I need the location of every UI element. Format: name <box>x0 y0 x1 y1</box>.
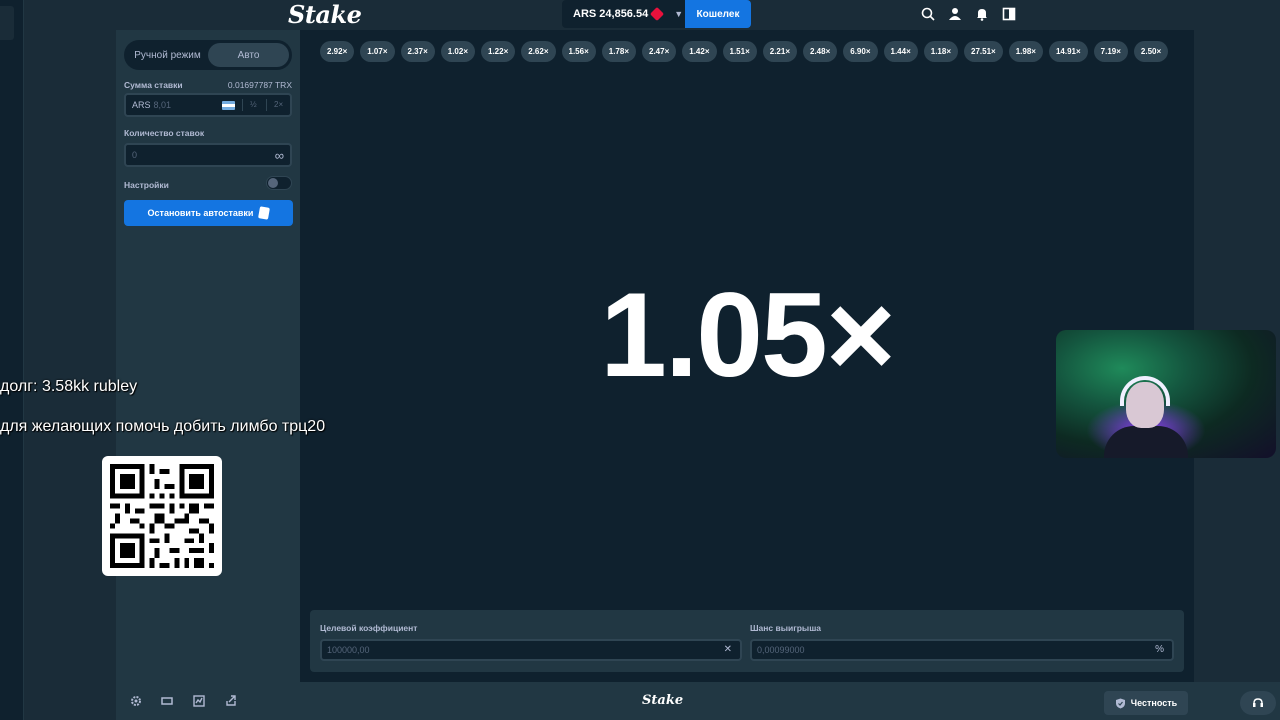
webcam-overlay <box>1056 330 1276 458</box>
history-chip[interactable]: 2.37× <box>400 41 435 62</box>
history-chip[interactable]: 1.22× <box>481 41 516 62</box>
history-chip[interactable]: 2.21× <box>762 41 797 62</box>
ars-flag-icon <box>222 101 235 110</box>
bet-amount-input[interactable]: ARS 8,01 ½ 2× <box>124 93 292 117</box>
history-chip[interactable]: 1.02× <box>440 41 475 62</box>
qr-code <box>102 456 222 576</box>
settings-label: Настройки <box>124 180 169 190</box>
history-chip[interactable]: 27.51× <box>964 41 1003 62</box>
left-edge-panel <box>0 0 24 720</box>
shield-icon <box>1115 698 1125 708</box>
balance-selector[interactable]: ARS 24,856.54 ▼ <box>562 0 686 28</box>
fairness-button[interactable]: Честность <box>1104 691 1188 715</box>
target-multiplier-input[interactable]: 100000,00 ✕ <box>320 639 742 661</box>
support-button[interactable] <box>1240 691 1276 715</box>
history-chip[interactable]: 7.19× <box>1093 41 1128 62</box>
stake-logo[interactable]: Stake <box>288 0 362 29</box>
bet-count-value: 0 <box>132 150 138 160</box>
search-icon[interactable] <box>919 5 937 23</box>
user-icon[interactable] <box>946 5 964 23</box>
settings-icon[interactable] <box>129 694 143 708</box>
fairness-label: Честность <box>1130 698 1178 708</box>
toggle-knob <box>268 178 278 188</box>
bet-count-input[interactable]: 0 ∞ <box>124 143 292 167</box>
win-chance-input[interactable]: 0,00099000 % <box>750 639 1174 661</box>
theatre-mode-icon[interactable] <box>160 694 174 708</box>
field-divider <box>242 99 243 111</box>
history-chip[interactable]: 1.44× <box>883 41 918 62</box>
settings-toggle[interactable] <box>266 176 292 190</box>
cards-icon <box>258 206 271 220</box>
history-chip[interactable]: 6.90× <box>843 41 878 62</box>
stop-autobet-button[interactable]: Остановить автоставки <box>124 200 293 226</box>
stop-autobet-label: Остановить автоставки <box>147 208 254 218</box>
game-footer: Stake Честность <box>116 682 1280 720</box>
balance-amount: ARS 24,856.54 <box>573 8 649 20</box>
field-divider <box>266 99 267 111</box>
history-chip[interactable]: 1.42× <box>682 41 717 62</box>
top-header: Stake ARS 24,856.54 ▼ Кошелек <box>24 0 1280 30</box>
bet-sidebar: Ручной режим Авто Сумма ставки 0.0169778… <box>116 30 300 682</box>
history-chip[interactable]: 2.50× <box>1133 41 1169 62</box>
bet-value: 8,01 <box>153 100 172 110</box>
headset-icon <box>1253 698 1263 707</box>
target-multiplier-value: 100000,00 <box>327 645 370 655</box>
mode-toggle: Ручной режим Авто <box>124 40 292 70</box>
history-chip[interactable]: 2.62× <box>521 41 556 62</box>
history-chip[interactable]: 14.91× <box>1048 41 1088 62</box>
target-multiplier-label: Целевой коэффициент <box>320 623 418 633</box>
bet-count-label: Количество ставок <box>124 128 205 138</box>
tab-auto-mode[interactable]: Авто <box>208 43 289 67</box>
bet-amount-crypto: 0.01697787 TRX <box>227 80 292 90</box>
popout-icon[interactable] <box>224 694 238 708</box>
half-button[interactable]: ½ <box>250 100 257 109</box>
help-overlay-text: для желающих помочь добить лимбо трц20 <box>0 418 326 435</box>
headset-icon <box>1120 376 1170 406</box>
history-chip[interactable]: 1.78× <box>601 41 636 62</box>
stats-icon[interactable] <box>192 694 206 708</box>
percent-icon: % <box>1155 644 1164 655</box>
infinity-icon[interactable]: ∞ <box>275 148 284 163</box>
history-chip[interactable]: 1.98× <box>1008 41 1043 62</box>
history-chip[interactable]: 1.18× <box>923 41 958 62</box>
edge-tab[interactable] <box>0 6 14 40</box>
bet-amount-label: Сумма ставки <box>124 80 183 90</box>
history-chip[interactable]: 1.07× <box>360 41 395 62</box>
wallet-button[interactable]: Кошелек <box>685 0 751 28</box>
history-chip[interactable]: 1.51× <box>722 41 757 62</box>
bet-currency: ARS <box>132 100 151 110</box>
history-chips: 2.92× 1.07× 2.37× 1.02× 1.22× 2.62× 1.56× 1.78×… <box>320 41 1169 62</box>
history-chip[interactable]: 2.48× <box>803 41 838 62</box>
clear-icon[interactable]: ✕ <box>724 644 732 655</box>
history-chip[interactable]: 2.92× <box>320 41 355 62</box>
qr-code-icon <box>110 464 214 568</box>
footer-stake-logo: Stake <box>642 693 684 708</box>
sidebar-toggle-icon[interactable] <box>1000 5 1018 23</box>
history-chip[interactable]: 1.56× <box>561 41 596 62</box>
win-chance-label: Шанс выигрыша <box>750 623 822 633</box>
bell-icon[interactable] <box>973 5 991 23</box>
debt-overlay-text: долг: 3.58kk rubley <box>0 378 138 395</box>
win-chance-value: 0,00099000 <box>757 645 805 655</box>
tab-manual-mode[interactable]: Ручной режим <box>127 43 208 67</box>
chevron-down-icon: ▼ <box>674 9 684 19</box>
currency-gem-icon <box>650 6 665 22</box>
webcam-person-body <box>1104 426 1188 458</box>
history-chip[interactable]: 2.47× <box>642 41 677 62</box>
double-button[interactable]: 2× <box>274 100 283 109</box>
game-inputs-panel: Целевой коэффициент 100000,00 ✕ Шанс выи… <box>310 610 1184 672</box>
